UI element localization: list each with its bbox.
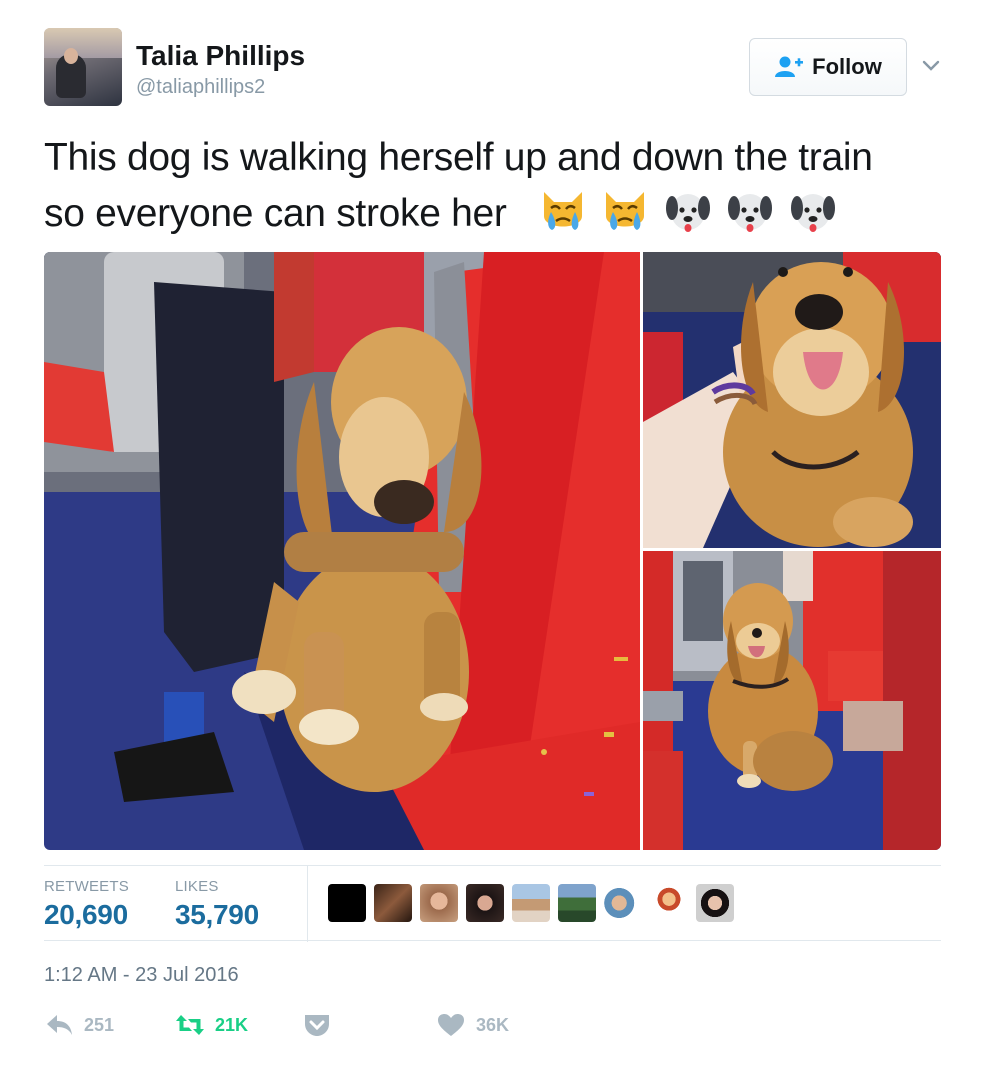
liker-avatar[interactable] <box>420 884 458 922</box>
likes-label: LIKES <box>175 878 219 895</box>
user-handle[interactable]: @taliaphillips2 <box>136 76 265 99</box>
tweet-actions: 251 21K 36K <box>44 1012 944 1048</box>
liker-avatar[interactable] <box>604 884 642 922</box>
photo-dog-smiling-petted[interactable] <box>643 252 941 548</box>
liker-avatar[interactable] <box>466 884 504 922</box>
tweet-timestamp[interactable]: 1:12 AM - 23 Jul 2016 <box>44 964 239 987</box>
tweet-stats: RETWEETS 20,690 LIKES 35,790 <box>44 865 941 942</box>
liker-avatar[interactable] <box>512 884 550 922</box>
display-name[interactable]: Talia Phillips <box>136 40 305 72</box>
tweet-header: Talia Phillips @taliaphillips2 Follow <box>44 28 944 108</box>
tweet-text-line1: This dog is walking herself up and down … <box>44 136 873 179</box>
retweets-count: 20,690 <box>44 899 128 930</box>
retweet-button[interactable]: 21K <box>175 1012 248 1038</box>
pocket-icon <box>305 1015 329 1036</box>
retweet-icon <box>176 1015 204 1035</box>
dog-face-icon <box>665 194 710 232</box>
add-user-icon <box>775 56 804 77</box>
follow-button[interactable]: Follow <box>749 38 907 96</box>
retweets-stat[interactable]: RETWEETS 20,690 <box>44 878 129 931</box>
heart-icon <box>438 1014 464 1036</box>
follow-label: Follow <box>812 54 882 79</box>
reply-button[interactable]: 251 <box>44 1012 114 1038</box>
like-count: 36K <box>476 1014 510 1035</box>
reply-icon <box>47 1015 72 1035</box>
user-avatar[interactable] <box>44 28 122 106</box>
tweet-text: This dog is walking herself up and down … <box>44 130 954 242</box>
liker-avatar[interactable] <box>328 884 366 922</box>
retweets-label: RETWEETS <box>44 878 129 895</box>
media-grid <box>44 252 941 850</box>
liker-avatar[interactable] <box>558 884 596 922</box>
save-to-pocket-button[interactable] <box>302 1012 332 1038</box>
liker-avatars <box>328 884 734 924</box>
photo-dog-sitting-seats[interactable] <box>643 551 941 850</box>
liker-avatar[interactable] <box>650 884 688 922</box>
like-button[interactable]: 36K <box>436 1012 509 1038</box>
liker-avatar[interactable] <box>374 884 412 922</box>
photo-dog-walking-aisle[interactable] <box>44 252 640 850</box>
retweet-count: 21K <box>215 1014 249 1035</box>
dog-face-icon <box>790 194 835 232</box>
stats-divider <box>307 866 308 942</box>
dog-face-icon <box>728 194 773 232</box>
likes-count: 35,790 <box>175 899 259 930</box>
crying-cat-face-icon <box>606 192 645 230</box>
chevron-down-icon[interactable] <box>921 56 941 76</box>
reply-count: 251 <box>84 1014 115 1035</box>
crying-cat-face-icon <box>543 192 582 230</box>
tweet-text-line2: so everyone can stroke her <box>44 192 507 235</box>
liker-avatar[interactable] <box>696 884 734 922</box>
likes-stat[interactable]: LIKES 35,790 <box>175 878 259 931</box>
